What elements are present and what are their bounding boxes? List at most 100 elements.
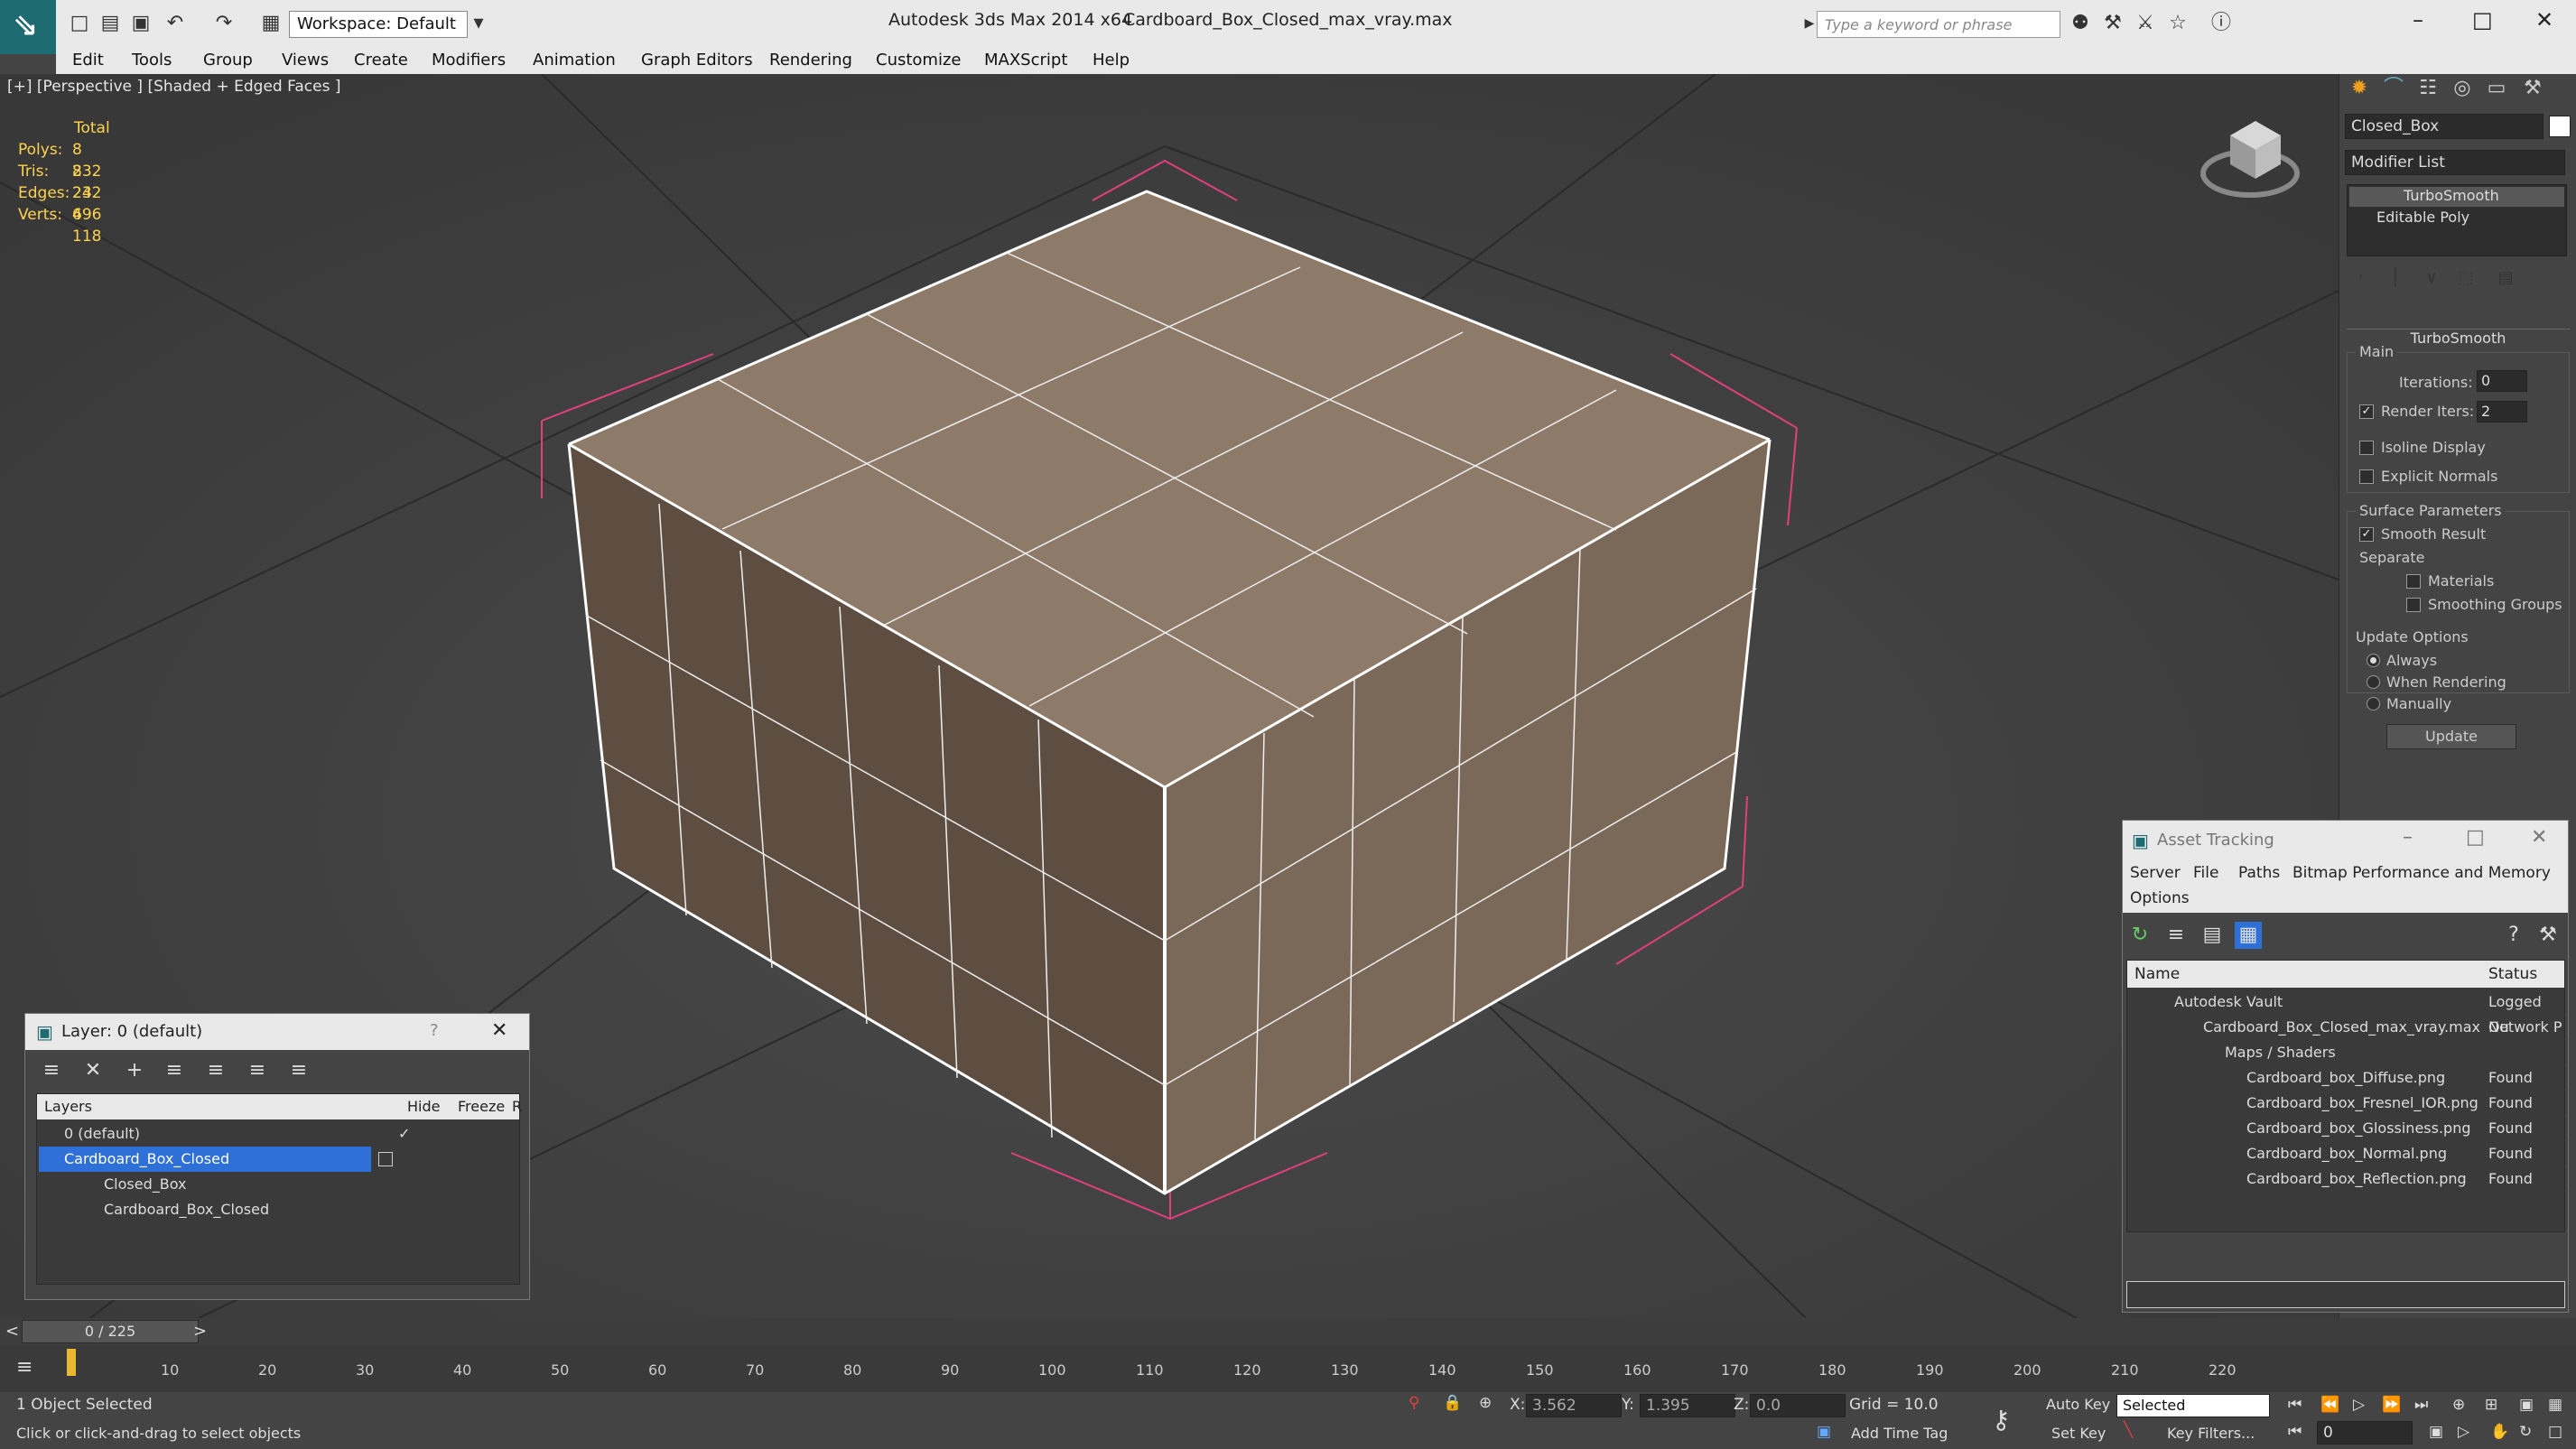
x-coordinate-field[interactable]: 3.562 xyxy=(1526,1394,1622,1417)
asset-dialog-titlebar[interactable]: ▣ Asset Tracking – □ ✕ xyxy=(2123,821,2568,860)
manually-radio[interactable] xyxy=(2367,697,2380,711)
col-hide[interactable]: Hide xyxy=(407,1094,440,1119)
minimize-icon[interactable]: – xyxy=(2413,7,2423,33)
set-key-button[interactable]: Set Key xyxy=(2051,1425,2106,1442)
asset-row[interactable]: Cardboard_box_Reflection.png Found xyxy=(2127,1166,2565,1192)
asset-row[interactable]: Cardboard_box_Glossiness.png Found xyxy=(2127,1116,2565,1141)
selection-set-dropdown[interactable]: Selected xyxy=(2116,1394,2270,1417)
col-name[interactable]: Name xyxy=(2134,961,2180,988)
key-filters-button[interactable]: Key Filters... xyxy=(2167,1425,2255,1442)
save-file-icon[interactable]: ▣ xyxy=(128,11,153,36)
binoculars-icon[interactable]: ⚉ xyxy=(2068,11,2093,36)
asset-row[interactable]: Cardboard_Box_Closed_max_vray.max Network… xyxy=(2127,1015,2565,1040)
z-coordinate-field[interactable]: 0.0 xyxy=(1750,1394,1846,1417)
layer-row[interactable]: 0 (default) ✓ xyxy=(37,1121,520,1147)
zoom-extents-icon[interactable]: ▣ xyxy=(2519,1396,2534,1414)
asset-path-field[interactable] xyxy=(2126,1281,2565,1308)
layer-object-row[interactable]: Closed_Box xyxy=(37,1172,520,1197)
refresh-icon[interactable]: ↻ xyxy=(2126,922,2153,949)
table-view-icon[interactable]: ▤ xyxy=(2199,922,2226,949)
undo-icon[interactable]: ↶ xyxy=(163,11,188,36)
select-in-layer-icon[interactable]: ≡ xyxy=(161,1057,188,1084)
menu-edit[interactable]: Edit xyxy=(72,51,104,70)
time-slider-handle[interactable] xyxy=(67,1349,76,1376)
menu-maxscript[interactable]: MAXScript xyxy=(984,51,1067,70)
next-key-icon[interactable]: ⏩ xyxy=(2382,1396,2401,1414)
asset-menu-bitmap[interactable]: Bitmap Performance and Memory xyxy=(2292,864,2551,882)
open-file-icon[interactable]: ▤ xyxy=(98,11,123,36)
layer-row[interactable]: Cardboard_Box_Closed xyxy=(37,1147,520,1172)
hierarchy-tab-icon[interactable]: ☷ xyxy=(2415,76,2441,101)
menu-tools[interactable]: Tools xyxy=(132,51,172,70)
asset-settings-icon[interactable]: ⚒ xyxy=(2534,922,2562,949)
asset-row[interactable]: Maps / Shaders xyxy=(2127,1040,2565,1065)
project-folder-icon[interactable]: ▦ xyxy=(258,11,284,36)
when-rendering-radio[interactable] xyxy=(2367,675,2380,689)
menu-customize[interactable]: Customize xyxy=(876,51,961,70)
make-unique-icon[interactable]: ∨ xyxy=(2419,265,2444,291)
menu-help[interactable]: Help xyxy=(1093,51,1130,70)
update-button[interactable]: Update xyxy=(2386,724,2516,749)
asset-help-icon[interactable]: ? xyxy=(2500,922,2527,949)
object-name-field[interactable]: Closed_Box xyxy=(2345,114,2543,139)
frame-counter[interactable]: 0 / 225 xyxy=(22,1320,199,1343)
time-slider[interactable]: < 0 / 225 > xyxy=(0,1318,2576,1345)
asset-maximize-icon[interactable]: □ xyxy=(2466,826,2485,849)
col-layers[interactable]: Layers xyxy=(44,1094,92,1119)
time-tag-icon[interactable]: ▣ xyxy=(1817,1423,1831,1441)
asset-menu-paths[interactable]: Paths xyxy=(2238,864,2280,882)
favorites-star-icon[interactable]: ☆ xyxy=(2165,11,2190,36)
menu-modifiers[interactable]: Modifiers xyxy=(432,51,506,70)
utilities-tab-icon[interactable]: ⚒ xyxy=(2520,76,2545,101)
smooth-result-checkbox[interactable]: ✓ xyxy=(2359,527,2374,542)
delete-layer-icon[interactable]: ✕ xyxy=(79,1057,107,1084)
render-iters-spinner[interactable]: 2 xyxy=(2477,401,2527,423)
asset-row[interactable]: Cardboard_box_Normal.png Found xyxy=(2127,1141,2565,1166)
key-mode-toggle-icon[interactable]: ⏮ xyxy=(2288,1423,2302,1441)
next-frame-icon[interactable]: > xyxy=(193,1322,207,1341)
menu-group[interactable]: Group xyxy=(203,51,253,70)
asset-menu-server[interactable]: Server xyxy=(2130,864,2181,882)
redo-icon[interactable]: ↷ xyxy=(211,11,237,36)
layer-dialog-close-icon[interactable]: ✕ xyxy=(491,1019,507,1042)
previous-key-icon[interactable]: ⏪ xyxy=(2320,1396,2339,1414)
stack-item-editable-poly[interactable]: Editable Poly xyxy=(2349,209,2564,228)
create-tab-icon[interactable]: ✹ xyxy=(2347,76,2372,101)
customize-toolbar-icon[interactable]: ▾ xyxy=(466,11,491,36)
iterations-spinner[interactable]: 0 xyxy=(2477,370,2527,392)
grid-view-icon[interactable]: ▦ xyxy=(2235,922,2262,949)
orbit-icon[interactable]: ↻ xyxy=(2519,1423,2532,1441)
mini-curve-editor-icon[interactable]: ≡ xyxy=(16,1356,33,1379)
layer-dialog-help[interactable]: ? xyxy=(430,1021,439,1040)
layer-color-swatch[interactable] xyxy=(378,1152,393,1166)
time-config-icon[interactable]: ▣ xyxy=(2429,1423,2443,1441)
isolate-icon[interactable]: ⚲ xyxy=(1409,1394,1419,1412)
prev-frame-icon[interactable]: < xyxy=(5,1322,19,1341)
auto-key-button[interactable]: Auto Key xyxy=(2046,1396,2110,1413)
layer-object-row[interactable]: Cardboard_Box_Closed xyxy=(37,1197,520,1222)
current-frame-field[interactable]: 0 xyxy=(2317,1421,2413,1444)
y-coordinate-field[interactable]: 1.395 xyxy=(1640,1394,1735,1417)
workspace-dropdown[interactable]: Workspace: Default xyxy=(289,11,468,38)
layer-dialog-titlebar[interactable]: ▣ Layer: 0 (default) ? ✕ xyxy=(25,1014,529,1050)
maximize-icon[interactable]: □ xyxy=(2472,7,2493,33)
asset-row[interactable]: Autodesk Vault Logged Ou xyxy=(2127,989,2565,1036)
help-icon[interactable]: ⓘ xyxy=(2209,11,2234,36)
menu-animation[interactable]: Animation xyxy=(533,51,616,70)
highlight-layer-icon[interactable]: ≡ xyxy=(202,1057,229,1084)
asset-minimize-icon[interactable]: – xyxy=(2403,826,2413,849)
col-status[interactable]: Status xyxy=(2488,961,2537,988)
col-freeze[interactable]: Freeze xyxy=(458,1094,505,1119)
add-time-tag[interactable]: Add Time Tag xyxy=(1851,1425,1948,1442)
stack-item-turbosmooth[interactable]: TurboSmooth xyxy=(2349,187,2564,207)
menu-views[interactable]: Views xyxy=(282,51,329,70)
menu-rendering[interactable]: Rendering xyxy=(769,51,852,70)
modifier-list-dropdown[interactable]: Modifier List xyxy=(2345,150,2565,175)
maximize-viewport-icon[interactable]: □ xyxy=(2548,1423,2562,1441)
asset-row[interactable]: Cardboard_box_Fresnel_IOR.png Found xyxy=(2127,1091,2565,1116)
active-layer-check-icon[interactable]: ✓ xyxy=(398,1121,410,1147)
create-layer-icon[interactable]: ≡ xyxy=(38,1057,65,1084)
zoom-icon[interactable]: ⊕ xyxy=(2452,1396,2465,1414)
configure-modifier-sets-icon[interactable]: ▤ xyxy=(2493,265,2518,291)
close-icon[interactable]: ✕ xyxy=(2535,7,2553,33)
